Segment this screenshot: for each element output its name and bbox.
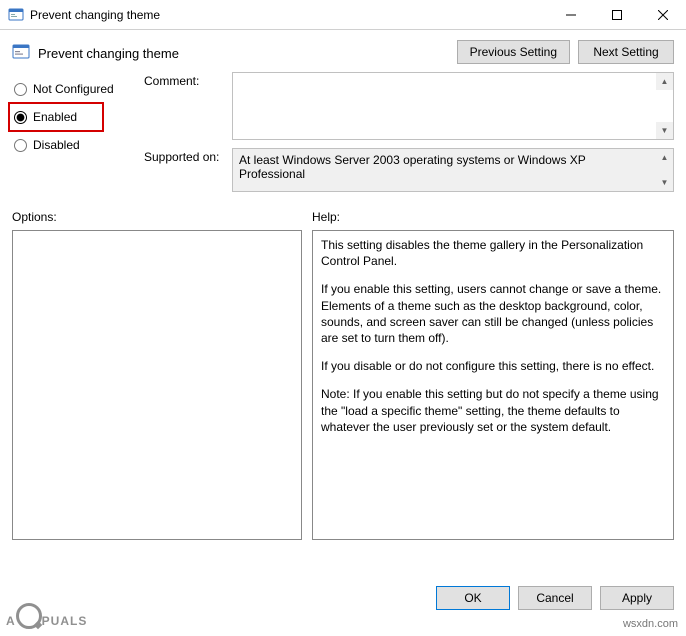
policy-icon — [12, 43, 30, 61]
radio-not-configured[interactable]: Not Configured — [12, 76, 130, 102]
policy-title: Prevent changing theme — [38, 44, 449, 61]
supported-on-box: At least Windows Server 2003 operating s… — [232, 148, 674, 192]
options-label: Options: — [12, 206, 302, 230]
scroll-up-icon[interactable]: ▲ — [656, 149, 673, 166]
dialog-button-bar: OK Cancel Apply — [436, 586, 674, 610]
state-radio-group: Not Configured Enabled Disabled — [12, 68, 130, 200]
cancel-button[interactable]: Cancel — [518, 586, 592, 610]
previous-setting-button[interactable]: Previous Setting — [457, 40, 570, 64]
ok-button[interactable]: OK — [436, 586, 510, 610]
comment-textbox[interactable]: ▲ ▼ — [232, 72, 674, 140]
brand-left: A — [6, 614, 16, 628]
options-panel — [12, 230, 302, 540]
brand-q-icon — [16, 603, 42, 629]
brand-right: PUALS — [42, 614, 88, 628]
help-text-4: Note: If you enable this setting but do … — [321, 386, 665, 435]
help-text-3: If you disable or do not configure this … — [321, 358, 665, 374]
radio-enabled[interactable]: Enabled — [8, 102, 104, 132]
help-text-2: If you enable this setting, users cannot… — [321, 281, 665, 346]
window-title: Prevent changing theme — [30, 8, 548, 22]
scroll-up-icon[interactable]: ▲ — [656, 73, 673, 90]
radio-not-configured-input[interactable] — [14, 83, 27, 96]
radio-disabled-input[interactable] — [14, 139, 27, 152]
radio-disabled[interactable]: Disabled — [12, 132, 130, 158]
supported-on-label: Supported on: — [144, 148, 232, 192]
site-watermark: wsxdn.com — [623, 618, 678, 630]
radio-enabled-label: Enabled — [33, 110, 77, 124]
next-setting-button[interactable]: Next Setting — [578, 40, 674, 64]
radio-not-configured-label: Not Configured — [33, 82, 114, 96]
titlebar: Prevent changing theme — [0, 0, 686, 30]
maximize-button[interactable] — [594, 0, 640, 30]
apply-button[interactable]: Apply — [600, 586, 674, 610]
minimize-button[interactable] — [548, 0, 594, 30]
radio-disabled-label: Disabled — [33, 138, 80, 152]
help-label: Help: — [312, 206, 674, 230]
brand-watermark: A PUALS — [6, 601, 87, 632]
comment-label: Comment: — [144, 72, 232, 140]
supported-on-text: At least Windows Server 2003 operating s… — [233, 149, 673, 185]
gpedit-icon — [8, 7, 24, 23]
scroll-down-icon[interactable]: ▼ — [656, 122, 673, 139]
help-panel: This setting disables the theme gallery … — [312, 230, 674, 540]
close-button[interactable] — [640, 0, 686, 30]
header-row: Prevent changing theme Previous Setting … — [0, 30, 686, 68]
help-text-1: This setting disables the theme gallery … — [321, 237, 665, 269]
scroll-down-icon[interactable]: ▼ — [656, 174, 673, 191]
radio-enabled-input[interactable] — [14, 111, 27, 124]
